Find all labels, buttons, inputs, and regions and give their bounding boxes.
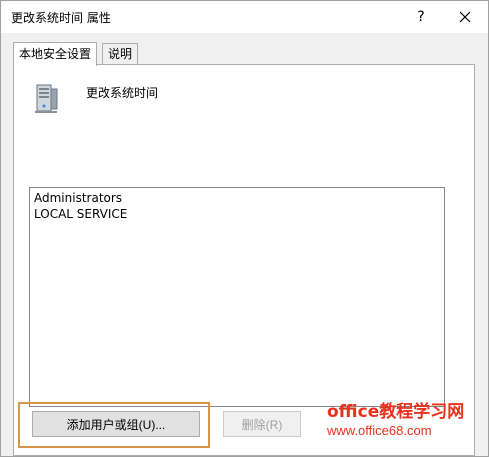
help-button[interactable]: ? bbox=[399, 3, 443, 31]
close-button[interactable] bbox=[443, 3, 487, 31]
server-computer-icon bbox=[35, 84, 58, 113]
tab-panel: 更改系统时间 Administrators LOCAL SERVICE bbox=[13, 64, 475, 456]
title-bar: 更改系统时间 属性 ? bbox=[1, 1, 488, 33]
watermark-title: office教程学习网 bbox=[327, 402, 465, 422]
close-icon bbox=[459, 11, 471, 23]
help-label: ? bbox=[417, 9, 425, 25]
window-title: 更改系统时间 属性 bbox=[11, 11, 111, 25]
list-item[interactable]: Administrators bbox=[34, 190, 440, 206]
tab-explain[interactable]: 说明 bbox=[102, 43, 139, 65]
user-group-list[interactable]: Administrators LOCAL SERVICE bbox=[29, 187, 445, 407]
list-item[interactable]: LOCAL SERVICE bbox=[34, 206, 440, 222]
add-user-or-group-button[interactable]: 添加用户或组(U)... bbox=[32, 411, 200, 437]
tab-local-security-setting[interactable]: 本地安全设置 bbox=[13, 42, 98, 66]
watermark: office教程学习网 www.office68.com bbox=[327, 401, 487, 439]
remove-button[interactable]: 删除(R) bbox=[223, 411, 301, 437]
properties-dialog: 更改系统时间 属性 ? 本地安全设置 说明 更改系统时间 Administrat… bbox=[0, 0, 489, 457]
policy-name: 更改系统时间 bbox=[86, 86, 159, 100]
watermark-url: www.office68.com bbox=[327, 423, 432, 438]
